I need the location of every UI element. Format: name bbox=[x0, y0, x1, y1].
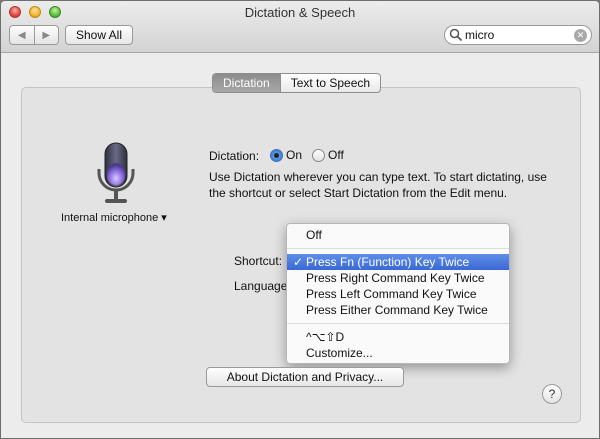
preferences-window: Dictation & Speech ◀ ▶ Show All micro ✕ … bbox=[0, 0, 600, 439]
search-icon bbox=[449, 28, 463, 42]
search-input[interactable]: micro bbox=[463, 28, 574, 42]
menu-item-either-command[interactable]: Press Either Command Key Twice bbox=[287, 302, 509, 318]
language-label: Language bbox=[234, 279, 288, 293]
menu-separator bbox=[287, 323, 509, 324]
search-field[interactable]: micro ✕ bbox=[444, 25, 592, 45]
help-button[interactable]: ? bbox=[542, 384, 562, 404]
shortcut-label: Shortcut: bbox=[234, 254, 283, 268]
menu-item-left-command[interactable]: Press Left Command Key Twice bbox=[287, 286, 509, 302]
checkmark-icon: ✓ bbox=[293, 255, 304, 269]
chevron-right-icon: ▶ bbox=[42, 29, 51, 41]
shortcut-menu: Off ✓ Press Fn (Function) Key Twice Press… bbox=[286, 223, 510, 364]
dictation-off-radio[interactable]: Off bbox=[312, 148, 344, 163]
menu-separator bbox=[287, 248, 509, 249]
menu-item-custom-keys[interactable]: ^⌥⇧D bbox=[287, 329, 509, 345]
radio-off-indicator bbox=[312, 149, 325, 163]
dictation-description: Use Dictation wherever you can type text… bbox=[209, 170, 547, 200]
radio-on-indicator bbox=[270, 149, 283, 163]
microphone-source-popup[interactable]: Internal microphone ▾ bbox=[61, 211, 167, 224]
forward-button[interactable]: ▶ bbox=[33, 26, 59, 44]
back-forward-control: ◀ ▶ bbox=[9, 25, 59, 45]
menu-item-fn-twice[interactable]: ✓ Press Fn (Function) Key Twice bbox=[287, 254, 509, 270]
clear-search-icon[interactable]: ✕ bbox=[574, 28, 587, 42]
menu-item-customize[interactable]: Customize... bbox=[287, 345, 509, 361]
menu-item-fn-label: Press Fn (Function) Key Twice bbox=[306, 255, 470, 269]
title-bar: Dictation & Speech ◀ ▶ Show All micro ✕ bbox=[1, 1, 599, 53]
tab-text-to-speech[interactable]: Text to Speech bbox=[279, 74, 380, 92]
chevron-left-icon: ◀ bbox=[17, 29, 26, 41]
dictation-label: Dictation: bbox=[209, 149, 260, 163]
dictation-on-radio[interactable]: On bbox=[270, 148, 303, 163]
dictation-on-label: On bbox=[286, 148, 303, 162]
menu-item-off[interactable]: Off bbox=[287, 227, 509, 243]
window-title: Dictation & Speech bbox=[244, 5, 356, 20]
show-all-button[interactable]: Show All bbox=[65, 25, 133, 45]
dictation-off-label: Off bbox=[328, 148, 344, 162]
tab-bar: Dictation Text to Speech bbox=[212, 73, 382, 93]
microphone-icon bbox=[93, 141, 139, 213]
about-dictation-button[interactable]: About Dictation and Privacy... bbox=[206, 367, 404, 387]
back-button[interactable]: ◀ bbox=[10, 26, 34, 44]
tab-dictation[interactable]: Dictation bbox=[213, 74, 280, 92]
menu-item-right-command[interactable]: Press Right Command Key Twice bbox=[287, 270, 509, 286]
